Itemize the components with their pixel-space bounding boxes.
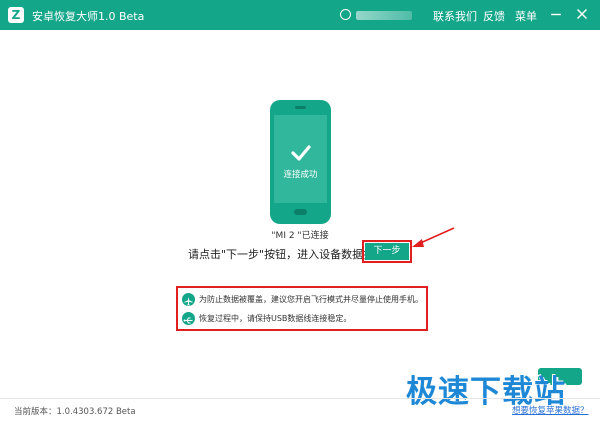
phone-home-button bbox=[294, 209, 307, 215]
close-icon[interactable] bbox=[574, 6, 590, 22]
airplane-icon bbox=[182, 293, 195, 306]
phone-screen: 连接成功 bbox=[274, 115, 327, 203]
version-label: 当前版本：1.0.4303.672 Beta bbox=[14, 407, 136, 417]
red-arrow-annotation bbox=[412, 227, 455, 247]
menu-link[interactable]: 菜单 bbox=[515, 8, 537, 24]
checkmark-icon bbox=[291, 145, 311, 161]
minimize-icon[interactable] bbox=[548, 6, 564, 22]
usb-icon bbox=[182, 312, 195, 325]
tips-box: 为防止数据被覆盖，建议您开启飞行模式并尽量停止使用手机。 恢复过程中，请保持US… bbox=[176, 286, 428, 331]
tip-usb-text: 恢复过程中，请保持USB数据线连接稳定。 bbox=[199, 314, 352, 323]
feedback-link[interactable]: 反馈 bbox=[483, 8, 505, 24]
app-title: 安卓恢复大师1.0 Beta bbox=[32, 10, 145, 23]
footer-divider bbox=[0, 398, 600, 399]
next-step-button[interactable]: 下一步 bbox=[362, 240, 412, 263]
tip-airplane-text: 为防止数据被覆盖，建议您开启飞行模式并尽量停止使用手机。 bbox=[199, 295, 423, 304]
phone-speaker bbox=[295, 106, 306, 109]
device-connected-status: "MI 2 "已连接 bbox=[271, 231, 329, 241]
ios-recovery-link[interactable]: 想要恢复苹果数据？ bbox=[512, 404, 589, 416]
phone-illustration: 连接成功 bbox=[270, 100, 331, 224]
title-bar: Z 安卓恢复大师1.0 Beta 联系我们 反馈 菜单 bbox=[0, 0, 600, 30]
instruction-text: 请点击"下一步"按钮，进入设备数据扫描 bbox=[188, 248, 386, 261]
user-name-blurred bbox=[356, 11, 412, 20]
contact-us-link[interactable]: 联系我们 bbox=[433, 8, 477, 24]
app-logo: Z bbox=[8, 7, 24, 23]
connection-success-text: 连接成功 bbox=[283, 170, 318, 180]
user-icon[interactable] bbox=[340, 9, 351, 20]
